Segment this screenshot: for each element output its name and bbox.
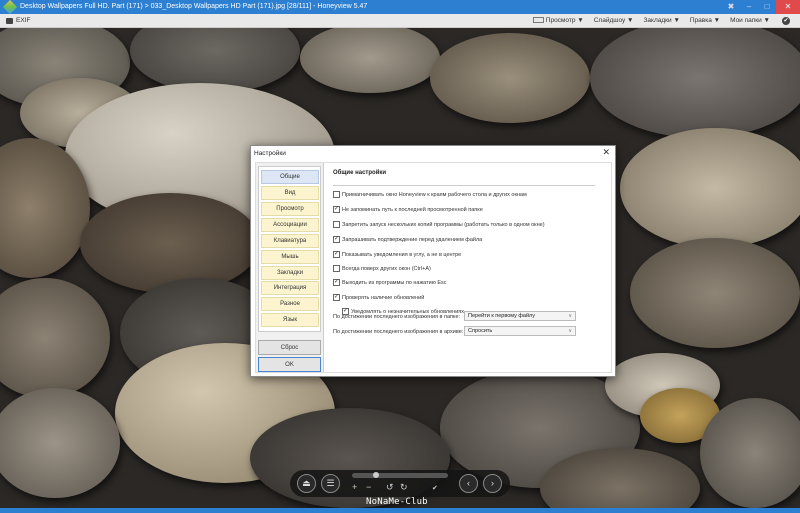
menu-icon[interactable]: ☰ — [321, 474, 340, 493]
menu-my-folders[interactable]: Мои папки ▼ — [730, 14, 770, 28]
checkbox-icon[interactable] — [333, 265, 340, 272]
checkbox-icon[interactable] — [333, 221, 340, 228]
checkbox-icon[interactable]: ✓ — [333, 251, 340, 258]
maximize-button[interactable]: □ — [758, 0, 776, 14]
menu-view[interactable]: Просмотр ▼ — [533, 14, 584, 28]
menu-bookmarks[interactable]: Закладки ▼ — [644, 14, 680, 28]
check-icon[interactable]: ✔ — [432, 484, 438, 492]
option-checkbox[interactable]: Примагничивать окно Honeyview к краям ра… — [333, 191, 527, 198]
sidebar-item-browse[interactable]: Просмотр — [261, 202, 319, 216]
option-label: Показывать уведомления в углу, а не в це… — [342, 252, 461, 258]
select-value: Спросить — [468, 328, 492, 334]
option-checkbox[interactable]: ✓Запрашивать подтверждение перед удалени… — [333, 236, 482, 243]
previous-icon[interactable]: ‹ — [459, 474, 478, 493]
option-label: Не запоминать путь к последней просмотре… — [342, 207, 483, 213]
archive-end-label: По достижении последнего изображения в а… — [333, 329, 463, 335]
checkbox-icon[interactable] — [333, 191, 340, 198]
sidebar-item-mouse[interactable]: Мышь — [261, 250, 319, 264]
sidebar-item-bookmarks[interactable]: Закладки — [261, 266, 319, 280]
folder-end-label: По достижении последнего изображения в п… — [333, 314, 460, 320]
settings-sidebar: Общие Вид Просмотр Ассоциации Клавиатура… — [258, 166, 321, 332]
option-label: Всегда поверх других окон (Ctrl+A) — [342, 266, 431, 272]
sidebar-item-language[interactable]: Язык — [261, 313, 319, 327]
zoom-out-icon[interactable]: − — [366, 482, 371, 492]
select-value: Перейти к первому файлу — [468, 313, 535, 319]
chevron-down-icon: ∨ — [568, 312, 572, 320]
option-checkbox[interactable]: Всегда поверх других окон (Ctrl+A) — [333, 265, 431, 272]
status-strip — [0, 508, 800, 513]
menu-edit[interactable]: Правка ▼ — [690, 14, 720, 28]
rotate-right-icon[interactable]: ↻ — [400, 482, 408, 493]
folder-end-select[interactable]: Перейти к первому файлу ∨ — [464, 311, 576, 321]
eject-icon[interactable]: ⏏ — [297, 474, 316, 493]
option-checkbox[interactable]: ✓Не запоминать путь к последней просмотр… — [333, 206, 483, 213]
minimize-button[interactable]: – — [740, 0, 758, 14]
reset-button[interactable]: Сброс — [258, 340, 321, 355]
settings-check-icon[interactable]: ✔ — [782, 17, 790, 25]
menu-slideshow[interactable]: Слайдшоу ▼ — [594, 14, 634, 28]
archive-end-select[interactable]: Спросить ∨ — [464, 326, 576, 336]
menu-label: Просмотр ▼ — [546, 17, 584, 24]
playback-controls: ⏏ ☰ + − ↺ ↻ ✔ ‹ › — [290, 470, 510, 497]
chevron-down-icon: ∨ — [568, 327, 572, 335]
ok-button[interactable]: OK — [258, 357, 321, 372]
sidebar-item-general[interactable]: Общие — [261, 170, 319, 184]
option-checkbox[interactable]: ✓Проверять наличие обновлений — [333, 294, 424, 301]
settings-dialog: Настройки ✕ Общие Вид Просмотр Ассоциаци… — [250, 145, 616, 377]
dialog-close-icon[interactable]: ✕ — [602, 147, 610, 158]
view-icon — [533, 17, 544, 23]
watermark: NoNaMe-Club — [366, 497, 428, 507]
exif-button[interactable]: EXIF — [6, 14, 30, 28]
settings-panel: Общие настройки Примагничивать окно Hone… — [323, 163, 611, 372]
option-checkbox[interactable]: ✓Показывать уведомления в углу, а не в ц… — [333, 251, 461, 258]
sidebar-item-keyboard[interactable]: Клавиатура — [261, 234, 319, 248]
checkbox-icon[interactable]: ✓ — [333, 279, 340, 286]
sidebar-item-associations[interactable]: Ассоциации — [261, 218, 319, 232]
title-bar: Desktop Wallpapers Full HD. Part (171) >… — [0, 0, 800, 14]
camera-icon — [6, 18, 13, 24]
zoom-in-icon[interactable]: + — [352, 482, 357, 492]
app-icon — [3, 0, 17, 14]
checkbox-icon[interactable]: ✓ — [333, 236, 340, 243]
option-checkbox[interactable]: ✓Выходить из программы по нажатию Esc — [333, 279, 447, 286]
option-label: Проверять наличие обновлений — [342, 295, 424, 301]
sidebar-item-integration[interactable]: Интеграция — [261, 281, 319, 295]
slider-knob[interactable] — [373, 472, 379, 478]
section-heading: Общие настройки — [333, 170, 386, 176]
option-checkbox[interactable]: Запретить запуск нескольких копий програ… — [333, 221, 545, 228]
option-label: Выходить из программы по нажатию Esc — [342, 280, 447, 286]
checkbox-icon[interactable]: ✓ — [333, 294, 340, 301]
next-icon[interactable]: › — [483, 474, 502, 493]
checkbox-icon[interactable]: ✓ — [333, 206, 340, 213]
exif-label: EXIF — [16, 14, 30, 28]
option-label: Запрашивать подтверждение перед удаление… — [342, 237, 482, 243]
window-title: Desktop Wallpapers Full HD. Part (171) >… — [20, 3, 367, 10]
rotate-left-icon[interactable]: ↺ — [386, 482, 394, 493]
position-slider[interactable] — [352, 473, 448, 478]
dialog-title: Настройки — [251, 146, 615, 161]
divider — [333, 185, 595, 186]
sidebar-item-view[interactable]: Вид — [261, 186, 319, 200]
option-label: Примагничивать окно Honeyview к краям ра… — [342, 192, 527, 198]
toolbar: EXIF Просмотр ▼ Слайдшоу ▼ Закладки ▼ Пр… — [0, 14, 800, 28]
option-label: Запретить запуск нескольких копий програ… — [342, 222, 545, 228]
fullscreen-icon[interactable]: ✖ — [722, 0, 740, 14]
sidebar-item-misc[interactable]: Разное — [261, 297, 319, 311]
close-button[interactable]: ✕ — [776, 0, 800, 14]
